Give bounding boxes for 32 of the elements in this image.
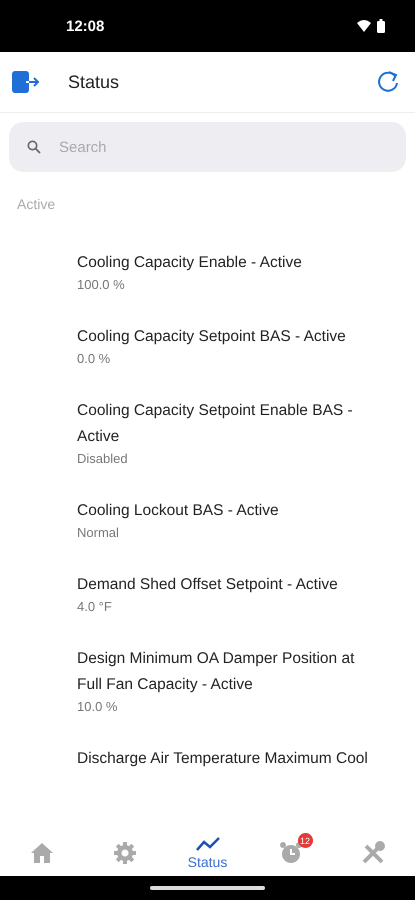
nav-tab[interactable]: 12	[260, 831, 320, 865]
alarm-clock-icon	[278, 841, 302, 865]
item-title: Cooling Capacity Setpoint Enable BAS - Active	[77, 401, 354, 447]
item-value: Disabled	[77, 450, 129, 468]
exit-icon[interactable]	[12, 70, 40, 94]
item-title: Cooling Capacity Setpoint BAS - Active	[77, 327, 347, 347]
item-title: Discharge Air Temperature Maximum Cool	[77, 749, 369, 769]
search-field[interactable]: Search	[59, 138, 392, 156]
item-value: 10.0 %	[77, 698, 118, 716]
refresh-icon[interactable]	[375, 69, 401, 95]
home-handle[interactable]	[150, 886, 265, 890]
search-icon	[27, 140, 41, 154]
screen-title: Status	[68, 72, 120, 92]
item-value: 4.0 °F	[77, 598, 113, 616]
home-icon	[30, 842, 54, 864]
clock-time: 12:08	[66, 18, 104, 34]
search-bar[interactable]: Search	[9, 122, 406, 172]
notification-badge: 12	[298, 833, 312, 848]
wifi-icon	[357, 20, 371, 32]
tools-icon	[360, 841, 386, 865]
item-value: Normal	[77, 524, 120, 542]
gear-icon	[112, 841, 136, 865]
item-value: 0.0 %	[77, 350, 112, 368]
section-header: Active	[16, 195, 56, 212]
item-title: Design Minimum OA Damper Position at Full Fan Capacity - Active	[77, 649, 356, 695]
item-title: Cooling Lockout BAS - Active	[77, 501, 280, 521]
item-title: Demand Shed Offset Setpoint - Active	[77, 575, 339, 595]
item-value: 100.0 %	[77, 276, 126, 294]
battery-icon	[377, 19, 385, 33]
nav-tab[interactable]: Status	[178, 826, 238, 870]
trend-icon	[194, 836, 220, 852]
item-title: Cooling Capacity Enable - Active	[77, 253, 303, 273]
